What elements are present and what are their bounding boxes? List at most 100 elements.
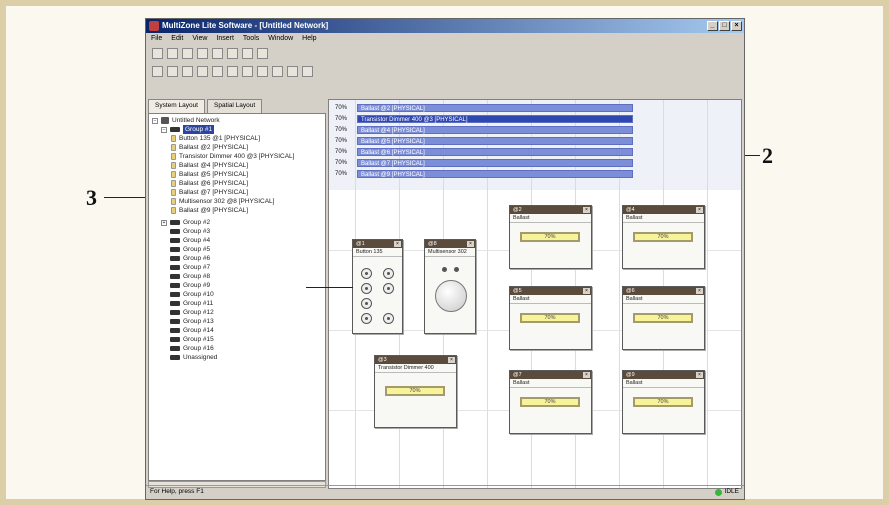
grid-icon[interactable] — [167, 66, 178, 77]
level-bar-row[interactable]: 70% Ballast @9 [PHYSICAL] — [335, 169, 633, 178]
tree-item[interactable]: Ballast @5 [PHYSICAL] — [171, 170, 248, 179]
device-4-icon[interactable] — [227, 66, 238, 77]
tree-group[interactable]: Group #12 — [170, 308, 214, 317]
tree-group[interactable]: Group #4 — [170, 236, 210, 245]
keypad-button[interactable] — [383, 268, 394, 279]
level-bar-row[interactable]: 70% Ballast @7 [PHYSICAL] — [335, 158, 633, 167]
tree-item[interactable]: Multisensor 302 @8 [PHYSICAL] — [171, 197, 274, 206]
level-indicator[interactable]: 70% — [633, 232, 693, 242]
device-8-icon[interactable] — [287, 66, 298, 77]
menu-help[interactable]: Help — [302, 33, 316, 44]
close-icon[interactable]: × — [696, 372, 703, 378]
device-2-icon[interactable] — [197, 66, 208, 77]
tree-group[interactable]: Group #13 — [170, 317, 214, 326]
ballast-panel-6[interactable]: @6 × Ballast 70% — [622, 286, 705, 350]
tree-item[interactable]: Ballast @2 [PHYSICAL] — [171, 143, 248, 152]
level-bar-row[interactable]: 70% Ballast @4 [PHYSICAL] — [335, 125, 633, 134]
tree-root[interactable]: − Untitled Network — [152, 116, 220, 125]
tree-group-1[interactable]: − Group #1 — [161, 125, 215, 134]
level-indicator[interactable]: 70% — [520, 313, 580, 323]
close-icon[interactable]: × — [583, 207, 590, 213]
tree-group[interactable]: Group #14 — [170, 326, 214, 335]
expand-icon[interactable]: + — [161, 219, 167, 226]
menu-window[interactable]: Window — [268, 33, 293, 44]
tree-group[interactable]: Group #16 — [170, 344, 214, 353]
menu-file[interactable]: File — [151, 33, 162, 44]
tree-item[interactable]: Ballast @9 [PHYSICAL] — [171, 206, 248, 215]
menu-view[interactable]: View — [192, 33, 207, 44]
level-indicator[interactable]: 70% — [633, 397, 693, 407]
tree-group[interactable]: Group #9 — [170, 281, 210, 290]
close-icon[interactable]: × — [394, 241, 401, 247]
close-icon[interactable]: × — [448, 357, 455, 363]
tree-group[interactable]: Group #3 — [170, 227, 210, 236]
device-1-icon[interactable] — [182, 66, 193, 77]
multisensor-panel[interactable]: @8 × Multisensor 302 — [424, 239, 476, 334]
ballast-panel-7[interactable]: @7 × Ballast 70% — [509, 370, 592, 434]
menu-insert[interactable]: Insert — [216, 33, 234, 44]
copy-icon[interactable] — [212, 48, 223, 59]
tree-group[interactable]: Group #7 — [170, 263, 210, 272]
close-button[interactable]: × — [731, 21, 742, 31]
help-icon[interactable] — [257, 48, 268, 59]
close-icon[interactable]: × — [696, 288, 703, 294]
ballast-panel-4[interactable]: @4 × Ballast 70% — [622, 205, 705, 269]
level-indicator[interactable]: 70% — [520, 397, 580, 407]
tab-spatial-layout[interactable]: Spatial Layout — [207, 99, 263, 113]
tree-group[interactable]: Group #8 — [170, 272, 210, 281]
close-icon[interactable]: × — [467, 241, 474, 247]
keypad-button[interactable] — [361, 313, 372, 324]
tree-group[interactable]: Group #11 — [170, 299, 213, 308]
close-icon[interactable]: × — [583, 288, 590, 294]
device-3-icon[interactable] — [212, 66, 223, 77]
dimmer-panel[interactable]: @3 × Transistor Dimmer 400 70% — [374, 355, 457, 428]
level-bar-row[interactable]: 70% Ballast @2 [PHYSICAL] — [335, 103, 633, 112]
tree-group[interactable]: Unassigned — [170, 353, 217, 362]
network-tree[interactable]: − Untitled Network − Group #1 Button 135 @… — [148, 113, 326, 481]
minimize-button[interactable]: _ — [707, 21, 718, 31]
tree-item[interactable]: Transistor Dimmer 400 @3 [PHYSICAL] — [171, 152, 294, 161]
menu-tools[interactable]: Tools — [243, 33, 259, 44]
menu-edit[interactable]: Edit — [171, 33, 183, 44]
level-bar-row[interactable]: 70% Ballast @6 [PHYSICAL] — [335, 147, 633, 156]
level-indicator[interactable]: 70% — [520, 232, 580, 242]
tree-item[interactable]: Ballast @4 [PHYSICAL] — [171, 161, 248, 170]
tree-group[interactable]: Group #5 — [170, 245, 210, 254]
level-bar-row[interactable]: 70% Transistor Dimmer 400 @3 [PHYSICAL] — [335, 114, 633, 123]
tree-group[interactable]: Group #10 — [170, 290, 214, 299]
close-icon[interactable]: × — [696, 207, 703, 213]
paste-icon[interactable] — [227, 48, 238, 59]
level-indicator[interactable]: 70% — [633, 313, 693, 323]
ballast-panel-2[interactable]: @2 × Ballast 70% — [509, 205, 592, 269]
collapse-icon[interactable]: − — [161, 126, 167, 133]
keypad-button[interactable] — [361, 298, 372, 309]
device-7-icon[interactable] — [272, 66, 283, 77]
tree-group[interactable]: Group #15 — [170, 335, 214, 344]
device-6-icon[interactable] — [257, 66, 268, 77]
maximize-button[interactable]: □ — [719, 21, 730, 31]
save-icon[interactable] — [182, 48, 193, 59]
collapse-icon[interactable]: − — [152, 117, 158, 124]
spatial-canvas[interactable]: 70% Ballast @2 [PHYSICAL] 70% Transistor D… — [328, 99, 742, 489]
level-bar-row[interactable]: 70% Ballast @5 [PHYSICAL] — [335, 136, 633, 145]
keypad-button[interactable] — [383, 283, 394, 294]
tree-item[interactable]: Ballast @6 [PHYSICAL] — [171, 179, 248, 188]
tree-group[interactable]: + Group #2 — [161, 218, 210, 227]
tab-system-layout[interactable]: System Layout — [148, 99, 205, 113]
close-icon[interactable]: × — [583, 372, 590, 378]
cut-icon[interactable] — [197, 48, 208, 59]
print-icon[interactable] — [242, 48, 253, 59]
device-5-icon[interactable] — [242, 66, 253, 77]
refresh-icon[interactable] — [302, 66, 313, 77]
new-icon[interactable] — [152, 48, 163, 59]
open-icon[interactable] — [167, 48, 178, 59]
button-panel[interactable]: @1 × Button 135 — [352, 239, 403, 334]
level-indicator[interactable]: 70% — [385, 386, 445, 396]
keypad-button[interactable] — [361, 283, 372, 294]
keypad-button[interactable] — [361, 268, 372, 279]
ballast-panel-9[interactable]: @9 × Ballast 70% — [622, 370, 705, 434]
tree-group[interactable]: Group #6 — [170, 254, 210, 263]
pointer-icon[interactable] — [152, 66, 163, 77]
ballast-panel-5[interactable]: @5 × Ballast 70% — [509, 286, 592, 350]
tree-item[interactable]: Button 135 @1 [PHYSICAL] — [171, 134, 260, 143]
